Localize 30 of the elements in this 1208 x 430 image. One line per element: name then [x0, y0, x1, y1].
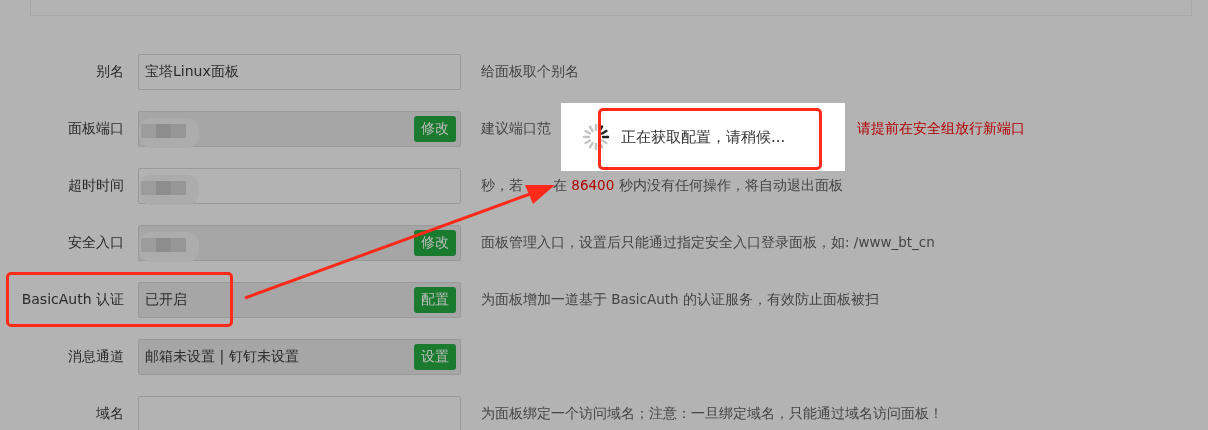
hint-text: 面板管理入口，设置后只能通过指定安全入口登录面板，如: /www_bt_cn [481, 233, 935, 252]
field-label: 消息通道 [67, 347, 124, 366]
input-field[interactable] [138, 395, 461, 430]
loading-message: 正在获取配置，请稍候... [621, 127, 786, 147]
hint-text: 在 [553, 176, 568, 195]
hint-text: 为面板绑定一个访问域名；注意：一旦绑定域名，只能通过域名访问面板！ [481, 404, 943, 423]
input-field[interactable]: 已开启 配置 [138, 281, 461, 318]
input-field[interactable]: 修改 [138, 224, 461, 261]
input-field[interactable]: 邮箱未设置 | 钉钉未设置 设置 [138, 338, 461, 375]
hint-text: 秒，若 [481, 176, 523, 195]
hint-text: 建议端口范 [481, 119, 551, 138]
field-label: 域名 [95, 404, 124, 423]
hint-text: 86400 [571, 176, 615, 195]
input-field[interactable] [138, 167, 461, 204]
hint-text: 请提前在安全组放行新端口 [857, 119, 1025, 138]
action-button[interactable]: 配置 [414, 286, 456, 313]
input-field[interactable]: 修改 [138, 110, 461, 147]
input-field[interactable]: 宝塔Linux面板 [138, 53, 461, 90]
field-label: 超时时间 [67, 176, 124, 195]
hint-text: 秒内没有任何操作，将自动退出面板 [617, 176, 843, 195]
spinner-icon [581, 122, 611, 152]
field-label: BasicAuth 认证 [20, 290, 124, 309]
hint-text: 给面板取个别名 [481, 62, 579, 81]
action-button[interactable]: 设置 [414, 343, 456, 370]
field-label: 面板端口 [67, 119, 124, 138]
hint-text: 为面板增加一道基于 BasicAuth 的认证服务，有效防止面板被扫 [481, 290, 879, 309]
field-label: 别名 [95, 62, 124, 81]
action-button[interactable]: 修改 [414, 115, 456, 142]
action-button[interactable]: 修改 [414, 229, 456, 256]
field-label: 安全入口 [67, 233, 124, 252]
